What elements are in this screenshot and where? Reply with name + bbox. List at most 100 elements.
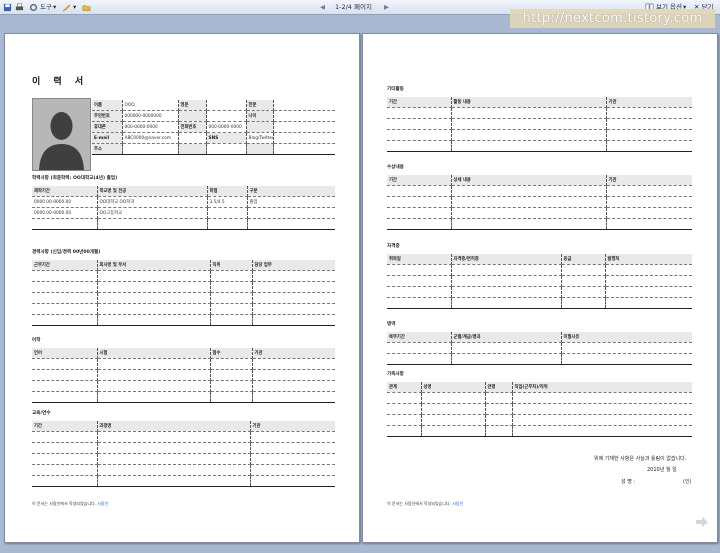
career-cell[interactable]: [97, 292, 211, 304]
family-cell[interactable]: [421, 403, 486, 415]
personal-info-value[interactable]: OOO: [122, 100, 179, 111]
education-cell[interactable]: 0000.00-0000.00: [32, 196, 98, 208]
family-cell[interactable]: [387, 425, 422, 437]
education-cell[interactable]: 0000.00-0000.00: [32, 207, 98, 219]
certificate-cell[interactable]: [451, 297, 562, 309]
military-cell[interactable]: [387, 342, 452, 354]
military-cell[interactable]: [561, 353, 692, 365]
awards-cell[interactable]: [387, 185, 452, 197]
education-cell[interactable]: OO대학교 OO학과: [97, 196, 208, 208]
language-cell[interactable]: [252, 391, 335, 403]
career-cell[interactable]: [97, 314, 211, 326]
awards-cell[interactable]: [606, 207, 692, 219]
military-cell[interactable]: [451, 353, 562, 365]
language-cell[interactable]: [32, 369, 98, 381]
certificate-cell[interactable]: [451, 286, 562, 298]
footer-link[interactable]: 사람인: [452, 501, 463, 506]
language-cell[interactable]: [97, 380, 211, 392]
certificate-cell[interactable]: [561, 275, 606, 287]
family-cell[interactable]: [512, 414, 692, 426]
activity-cell[interactable]: [451, 118, 607, 130]
activity-cell[interactable]: [451, 129, 607, 141]
certificate-cell[interactable]: [387, 264, 452, 276]
activity-cell[interactable]: [387, 140, 452, 152]
language-cell[interactable]: [210, 369, 253, 381]
language-cell[interactable]: [97, 369, 211, 381]
training-cell[interactable]: [97, 442, 251, 454]
language-cell[interactable]: [32, 358, 98, 370]
training-cell[interactable]: [250, 431, 335, 443]
next-page-arrow-icon[interactable]: [696, 517, 708, 527]
awards-cell[interactable]: [387, 218, 452, 230]
personal-info-value[interactable]: [273, 132, 335, 144]
family-cell[interactable]: [387, 414, 422, 426]
family-cell[interactable]: [485, 403, 513, 415]
certificate-cell[interactable]: [605, 264, 692, 276]
education-cell[interactable]: [247, 218, 335, 230]
next-page-button[interactable]: ▶: [384, 0, 389, 14]
family-cell[interactable]: [512, 392, 692, 404]
certificate-cell[interactable]: [605, 297, 692, 309]
personal-info-value[interactable]: [178, 132, 207, 144]
career-cell[interactable]: [210, 314, 253, 326]
training-cell[interactable]: [250, 453, 335, 465]
language-cell[interactable]: [32, 380, 98, 392]
career-cell[interactable]: [252, 292, 335, 304]
tools-menu[interactable]: 도구 ▾: [29, 0, 56, 14]
activity-cell[interactable]: [606, 140, 692, 152]
print-button[interactable]: [15, 0, 26, 14]
personal-info-value[interactable]: [206, 100, 247, 111]
family-cell[interactable]: [387, 392, 422, 404]
awards-cell[interactable]: [451, 207, 607, 219]
career-cell[interactable]: [32, 281, 98, 293]
personal-info-value[interactable]: [206, 143, 247, 155]
career-cell[interactable]: [97, 303, 211, 315]
military-cell[interactable]: [451, 342, 562, 354]
training-cell[interactable]: [97, 475, 251, 487]
personal-info-value[interactable]: ABC0000@naver.com: [122, 132, 179, 144]
awards-cell[interactable]: [606, 196, 692, 208]
training-cell[interactable]: [97, 464, 251, 476]
language-cell[interactable]: [97, 391, 211, 403]
family-cell[interactable]: [485, 425, 513, 437]
education-cell[interactable]: 졸업: [247, 196, 335, 208]
footer-link[interactable]: 사람인: [97, 501, 108, 506]
training-cell[interactable]: [32, 475, 98, 487]
certificate-cell[interactable]: [451, 264, 562, 276]
activity-cell[interactable]: [451, 107, 607, 119]
personal-info-value[interactable]: Blog/Twitter/Facebook: [246, 132, 274, 144]
training-cell[interactable]: [250, 442, 335, 454]
education-cell[interactable]: [247, 207, 335, 219]
language-cell[interactable]: [252, 369, 335, 381]
activity-cell[interactable]: [387, 129, 452, 141]
career-cell[interactable]: [97, 281, 211, 293]
career-cell[interactable]: [32, 292, 98, 304]
career-cell[interactable]: [210, 292, 253, 304]
training-cell[interactable]: [97, 431, 251, 443]
education-cell[interactable]: [207, 207, 248, 219]
save-button[interactable]: [3, 0, 14, 14]
family-cell[interactable]: [512, 403, 692, 415]
awards-cell[interactable]: [451, 218, 607, 230]
education-cell[interactable]: 3.5/4.5: [207, 196, 248, 208]
language-cell[interactable]: [252, 380, 335, 392]
certificate-cell[interactable]: [561, 286, 606, 298]
training-cell[interactable]: [32, 442, 98, 454]
personal-info-value[interactable]: [273, 121, 335, 133]
training-cell[interactable]: [32, 464, 98, 476]
training-cell[interactable]: [97, 453, 251, 465]
certificate-cell[interactable]: [605, 286, 692, 298]
career-cell[interactable]: [210, 303, 253, 315]
awards-cell[interactable]: [387, 207, 452, 219]
language-cell[interactable]: [97, 358, 211, 370]
family-cell[interactable]: [421, 414, 486, 426]
personal-info-value[interactable]: [273, 143, 335, 155]
language-cell[interactable]: [210, 391, 253, 403]
career-cell[interactable]: [32, 303, 98, 315]
profile-photo-placeholder[interactable]: [32, 98, 91, 171]
personal-info-value[interactable]: [273, 110, 335, 122]
activity-cell[interactable]: [387, 107, 452, 119]
family-cell[interactable]: [387, 403, 422, 415]
training-cell[interactable]: [250, 475, 335, 487]
certificate-cell[interactable]: [451, 275, 562, 287]
